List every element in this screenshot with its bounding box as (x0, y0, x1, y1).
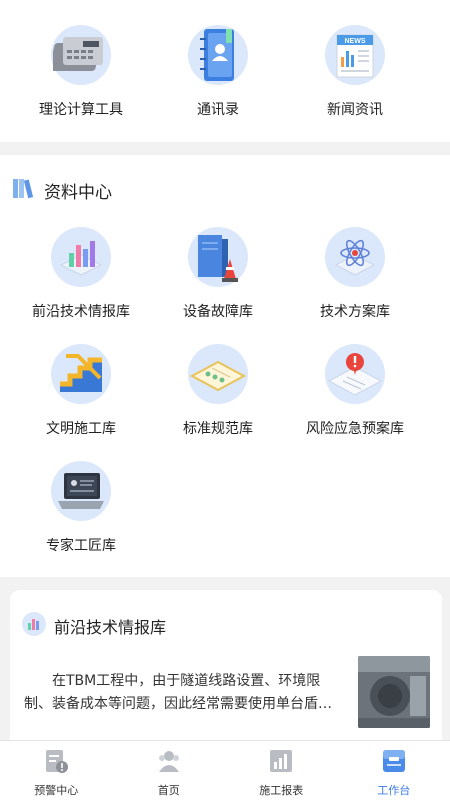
library-title: 资料中心 (44, 182, 112, 203)
calculator-icon (51, 25, 111, 85)
library-item-label: 前沿技术情报库 (32, 304, 130, 320)
report-chart-icon (268, 748, 294, 778)
workbench-icon (381, 748, 407, 778)
news-card-header: 前沿技术情报库 (22, 612, 166, 640)
library-item-label: 文明施工库 (46, 421, 116, 437)
tool-label: 理论计算工具 (39, 102, 123, 118)
tab-workbench[interactable]: 工作台 (338, 741, 450, 800)
library-item-label: 专家工匠库 (46, 538, 116, 554)
library-item-frontier[interactable]: 前沿技术情报库 (6, 227, 156, 321)
library-item-label: 风险应急预案库 (306, 421, 404, 437)
books-icon (12, 177, 36, 203)
tool-calculator[interactable]: 理论计算工具 (6, 25, 156, 119)
library-item-experts[interactable]: 专家工匠库 (6, 461, 156, 555)
tab-warning-center[interactable]: 预警中心 (0, 741, 113, 800)
tool-label: 通讯录 (197, 102, 239, 118)
stairs-icon (51, 344, 111, 404)
library-header: 资料中心 (12, 177, 112, 203)
library-card: 资料中心 前沿技术情报库 设备故障库 技术方案库 文明施工库 标准规范库 风险应… (0, 155, 450, 577)
tool-label: 新闻资讯 (327, 102, 383, 118)
news-card-text: 在TBM工程中，由于隧道线路设置、环境限制、装备成本等问题，因此经常需要使用单台… (24, 673, 332, 712)
library-item-label: 技术方案库 (320, 304, 390, 320)
home-user-icon (156, 748, 182, 778)
tab-label: 工作台 (377, 784, 411, 797)
library-item-label: 设备故障库 (183, 304, 253, 320)
library-item-risk-emergency[interactable]: 风险应急预案库 (280, 344, 430, 438)
news-thumbnail (358, 656, 430, 728)
tools-card: 理论计算工具 通讯录 NEWS 新闻资讯 (0, 0, 450, 142)
main-scroll[interactable]: 理论计算工具 通讯录 NEWS 新闻资讯 资料中心 前沿技术情报库 设备故障库 … (0, 0, 450, 740)
newspaper-icon: NEWS (325, 25, 385, 85)
bottom-tab-bar: 预警中心 首页 施工报表 工作台 (0, 740, 450, 800)
frontier-news-card[interactable]: 前沿技术情报库 在TBM工程中，由于隧道线路设置、环境限制、装备成本等问题，因此… (10, 590, 442, 740)
tab-label: 首页 (157, 784, 180, 797)
tab-label: 施工报表 (259, 784, 304, 797)
news-card-title: 前沿技术情报库 (54, 618, 167, 637)
tool-news[interactable]: NEWS 新闻资讯 (280, 25, 430, 119)
tool-address-book[interactable]: 通讯录 (143, 25, 293, 119)
atom-icon (325, 227, 385, 287)
library-item-civilized-construction[interactable]: 文明施工库 (6, 344, 156, 438)
library-item-tech-plan[interactable]: 技术方案库 (280, 227, 430, 321)
tab-home[interactable]: 首页 (113, 741, 226, 800)
library-item-label: 标准规范库 (183, 421, 253, 437)
library-item-equipment-fault[interactable]: 设备故障库 (143, 227, 293, 321)
tab-construction-report[interactable]: 施工报表 (225, 741, 338, 800)
warning-doc-icon (43, 748, 69, 778)
server-warning-icon (188, 227, 248, 287)
news-badge: NEWS (345, 38, 366, 45)
bar-chart-icon (51, 227, 111, 287)
bar-chart-icon (22, 612, 46, 640)
tab-label: 预警中心 (34, 784, 79, 797)
laptop-profile-icon (51, 461, 111, 521)
library-item-standards[interactable]: 标准规范库 (143, 344, 293, 438)
address-book-icon (188, 25, 248, 85)
document-icon (188, 344, 248, 404)
alert-report-icon (325, 344, 385, 404)
